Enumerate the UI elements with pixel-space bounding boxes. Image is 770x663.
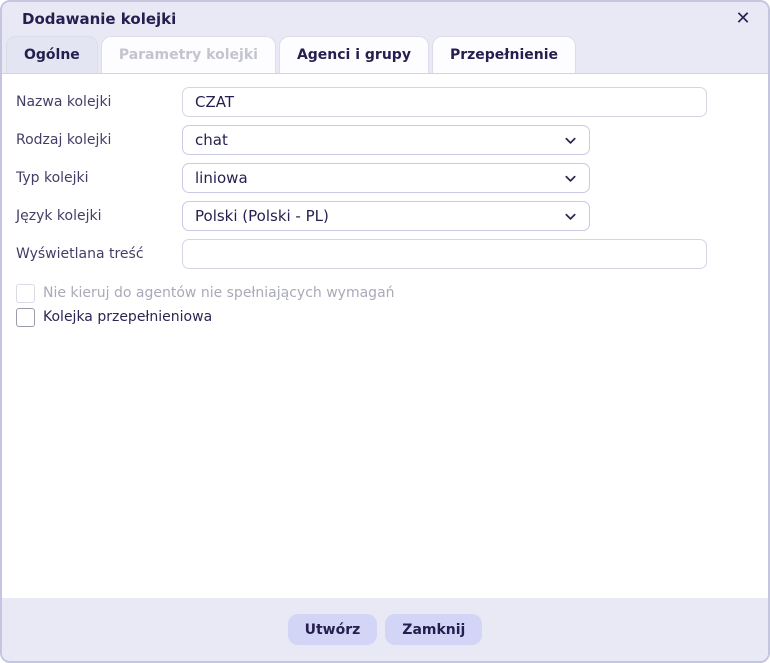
form-row-queue-type: Typ kolejki liniowa	[16, 163, 754, 193]
queue-type-value: liniowa	[195, 169, 248, 187]
chevron-down-icon	[563, 133, 578, 148]
dialog-content: Nazwa kolejki Rodzaj kolejki chat Typ ko…	[2, 74, 768, 598]
queue-language-value: Polski (Polski - PL)	[195, 207, 329, 225]
form-row-queue-name: Nazwa kolejki	[16, 87, 754, 117]
form-row-queue-kind: Rodzaj kolejki chat	[16, 125, 754, 155]
queue-kind-label: Rodzaj kolejki	[16, 132, 112, 148]
close-icon[interactable]: ✕	[732, 8, 754, 30]
queue-kind-select[interactable]: chat	[182, 125, 590, 155]
displayed-content-input[interactable]	[182, 239, 707, 269]
create-button[interactable]: Utwórz	[287, 614, 378, 645]
overflow-queue-checkbox[interactable]	[16, 307, 35, 327]
dialog-footer: Utwórz Zamknij	[2, 598, 768, 661]
queue-language-select[interactable]: Polski (Polski - PL)	[182, 201, 590, 231]
tab-przepelnienie[interactable]: Przepełnienie	[431, 36, 576, 73]
form-row-queue-language: Język kolejki Polski (Polski - PL)	[16, 201, 754, 231]
close-button[interactable]: Zamknij	[385, 614, 483, 645]
checkbox-row-overflow-queue: Kolejka przepełnieniowa	[16, 307, 754, 327]
queue-name-label: Nazwa kolejki	[16, 94, 112, 110]
form-row-displayed-content: Wyświetlana treść	[16, 239, 754, 269]
displayed-content-label: Wyświetlana treść	[16, 246, 144, 262]
dialog-titlebar: Dodawanie kolejki ✕	[2, 2, 768, 35]
chevron-down-icon	[563, 171, 578, 186]
no-route-checkbox	[16, 283, 35, 303]
queue-type-select[interactable]: liniowa	[182, 163, 590, 193]
tab-bar: Ogólne Parametry kolejki Agenci i grupy …	[2, 35, 768, 74]
tab-ogolne[interactable]: Ogólne	[6, 36, 98, 73]
tab-parametry-kolejki: Parametry kolejki	[100, 36, 276, 73]
checkbox-section: Nie kieruj do agentów nie spełniających …	[16, 283, 754, 327]
queue-language-label: Język kolejki	[16, 208, 102, 224]
chevron-down-icon	[563, 209, 578, 224]
dialog-title: Dodawanie kolejki	[22, 9, 177, 28]
no-route-checkbox-label: Nie kieruj do agentów nie spełniających …	[43, 285, 395, 301]
overflow-queue-checkbox-label: Kolejka przepełnieniowa	[43, 309, 213, 325]
queue-type-label: Typ kolejki	[16, 170, 89, 186]
tab-agenci-i-grupy[interactable]: Agenci i grupy	[278, 36, 429, 73]
checkbox-row-no-route: Nie kieruj do agentów nie spełniających …	[16, 283, 754, 303]
queue-kind-value: chat	[195, 131, 228, 149]
add-queue-dialog: Dodawanie kolejki ✕ Ogólne Parametry kol…	[0, 0, 770, 663]
queue-name-input[interactable]	[182, 87, 707, 117]
